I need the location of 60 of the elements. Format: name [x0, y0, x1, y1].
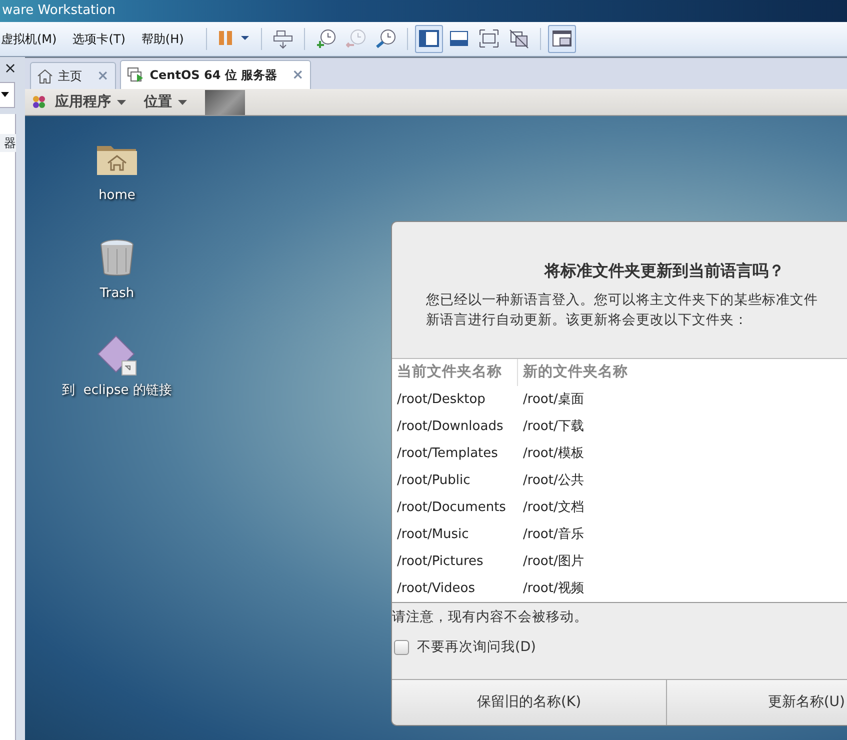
table-cell-text: /root/音乐: [522, 526, 584, 544]
panel-menu[interactable]: 应用程序: [55, 92, 126, 112]
unity-off-icon: [508, 29, 529, 49]
table-cell-text: /root/下载: [522, 418, 584, 436]
column-header[interactable]: 当前文件夹名称: [392, 359, 517, 386]
keep-names-button[interactable]: 保留旧的名称(K): [392, 680, 667, 725]
thumbnail-view-icon: [552, 29, 572, 49]
table-cell-text: /root/模板: [522, 444, 584, 463]
menu-item[interactable]: 选项卡(T): [72, 30, 134, 48]
window-title: ware Workstation: [0, 0, 847, 22]
update-names-button[interactable]: 更新名称(U): [667, 680, 847, 725]
home-icon: [37, 68, 53, 84]
menu-item[interactable]: 帮助(H): [141, 30, 192, 48]
thumbnail-placeholder: [205, 90, 245, 114]
table-cell-text: /root/Desktop: [396, 390, 486, 409]
toolbar-button[interactable]: [414, 25, 443, 53]
table-cell-text: /root/桌面: [522, 390, 584, 409]
toolbar-button[interactable]: [548, 25, 576, 53]
dropdown[interactable]: [0, 82, 15, 108]
table-cell-text: /root/Music: [396, 526, 470, 544]
table-cell-text: /root/视频: [522, 580, 584, 598]
column-header[interactable]: 新的文件夹名称: [517, 359, 628, 386]
caret-icon: [117, 100, 126, 104]
tab[interactable]: CentOS 64 位 服务器 ×: [120, 60, 311, 89]
checkbox[interactable]: [394, 640, 409, 655]
clock-back-icon: [346, 29, 366, 49]
icon-label[interactable]: 到 eclipse 的链接: [62, 381, 172, 400]
console-view-icon: [448, 29, 469, 49]
table-cell-text: /root/图片: [522, 552, 584, 571]
table-cell-text: /root/Documents: [396, 498, 507, 517]
icon-label[interactable]: home: [98, 186, 136, 206]
dialog-message: 您已经以一种新语言登入。您可以将主文件夹下的某些标准文件: [425, 291, 819, 310]
panel-menu[interactable]: 位置: [144, 92, 187, 112]
tab-label: 主页: [58, 68, 82, 85]
tab[interactable]: 主页 ×: [30, 62, 116, 89]
menu-item[interactable]: 虚拟机(M): [0, 30, 65, 48]
flower-logo-icon: [31, 94, 47, 110]
close-button[interactable]: ×: [0, 58, 25, 78]
dialog-title: 将标准文件夹更新到当前语言吗？: [543, 260, 786, 282]
table-cell-text: /root/Downloads: [396, 418, 504, 436]
table-cell-text: /root/公共: [522, 472, 584, 490]
vm-icon: [126, 67, 145, 83]
table-cell-text: /root/Videos: [396, 580, 476, 598]
caret-icon: [178, 100, 187, 104]
library-item[interactable]: 器: [0, 134, 16, 152]
table-cell-text: /root/Public: [396, 472, 472, 490]
icon-label[interactable]: Trash: [100, 284, 134, 303]
sidebar-view-icon: [418, 29, 439, 49]
checkbox-label[interactable]: 不要再次询问我(D): [417, 637, 536, 658]
tab-label: CentOS 64 位 服务器: [150, 67, 278, 84]
table-cell-text: /root/Pictures: [396, 552, 484, 571]
fullscreen-icon: [478, 29, 499, 49]
caret-icon: [0, 92, 10, 98]
dialog-message: 新语言进行自动更新。该更新将会更改以下文件夹：: [425, 311, 749, 330]
keyboard-send-icon: [272, 29, 293, 49]
table-cell-text: /root/文档: [522, 498, 584, 517]
note-text: 请注意，现有内容不会被移动。: [392, 608, 589, 627]
table-cell-text: /root/Templates: [396, 444, 499, 463]
clock-wrench-icon: [376, 29, 396, 49]
clock-plus-icon: [316, 29, 336, 49]
